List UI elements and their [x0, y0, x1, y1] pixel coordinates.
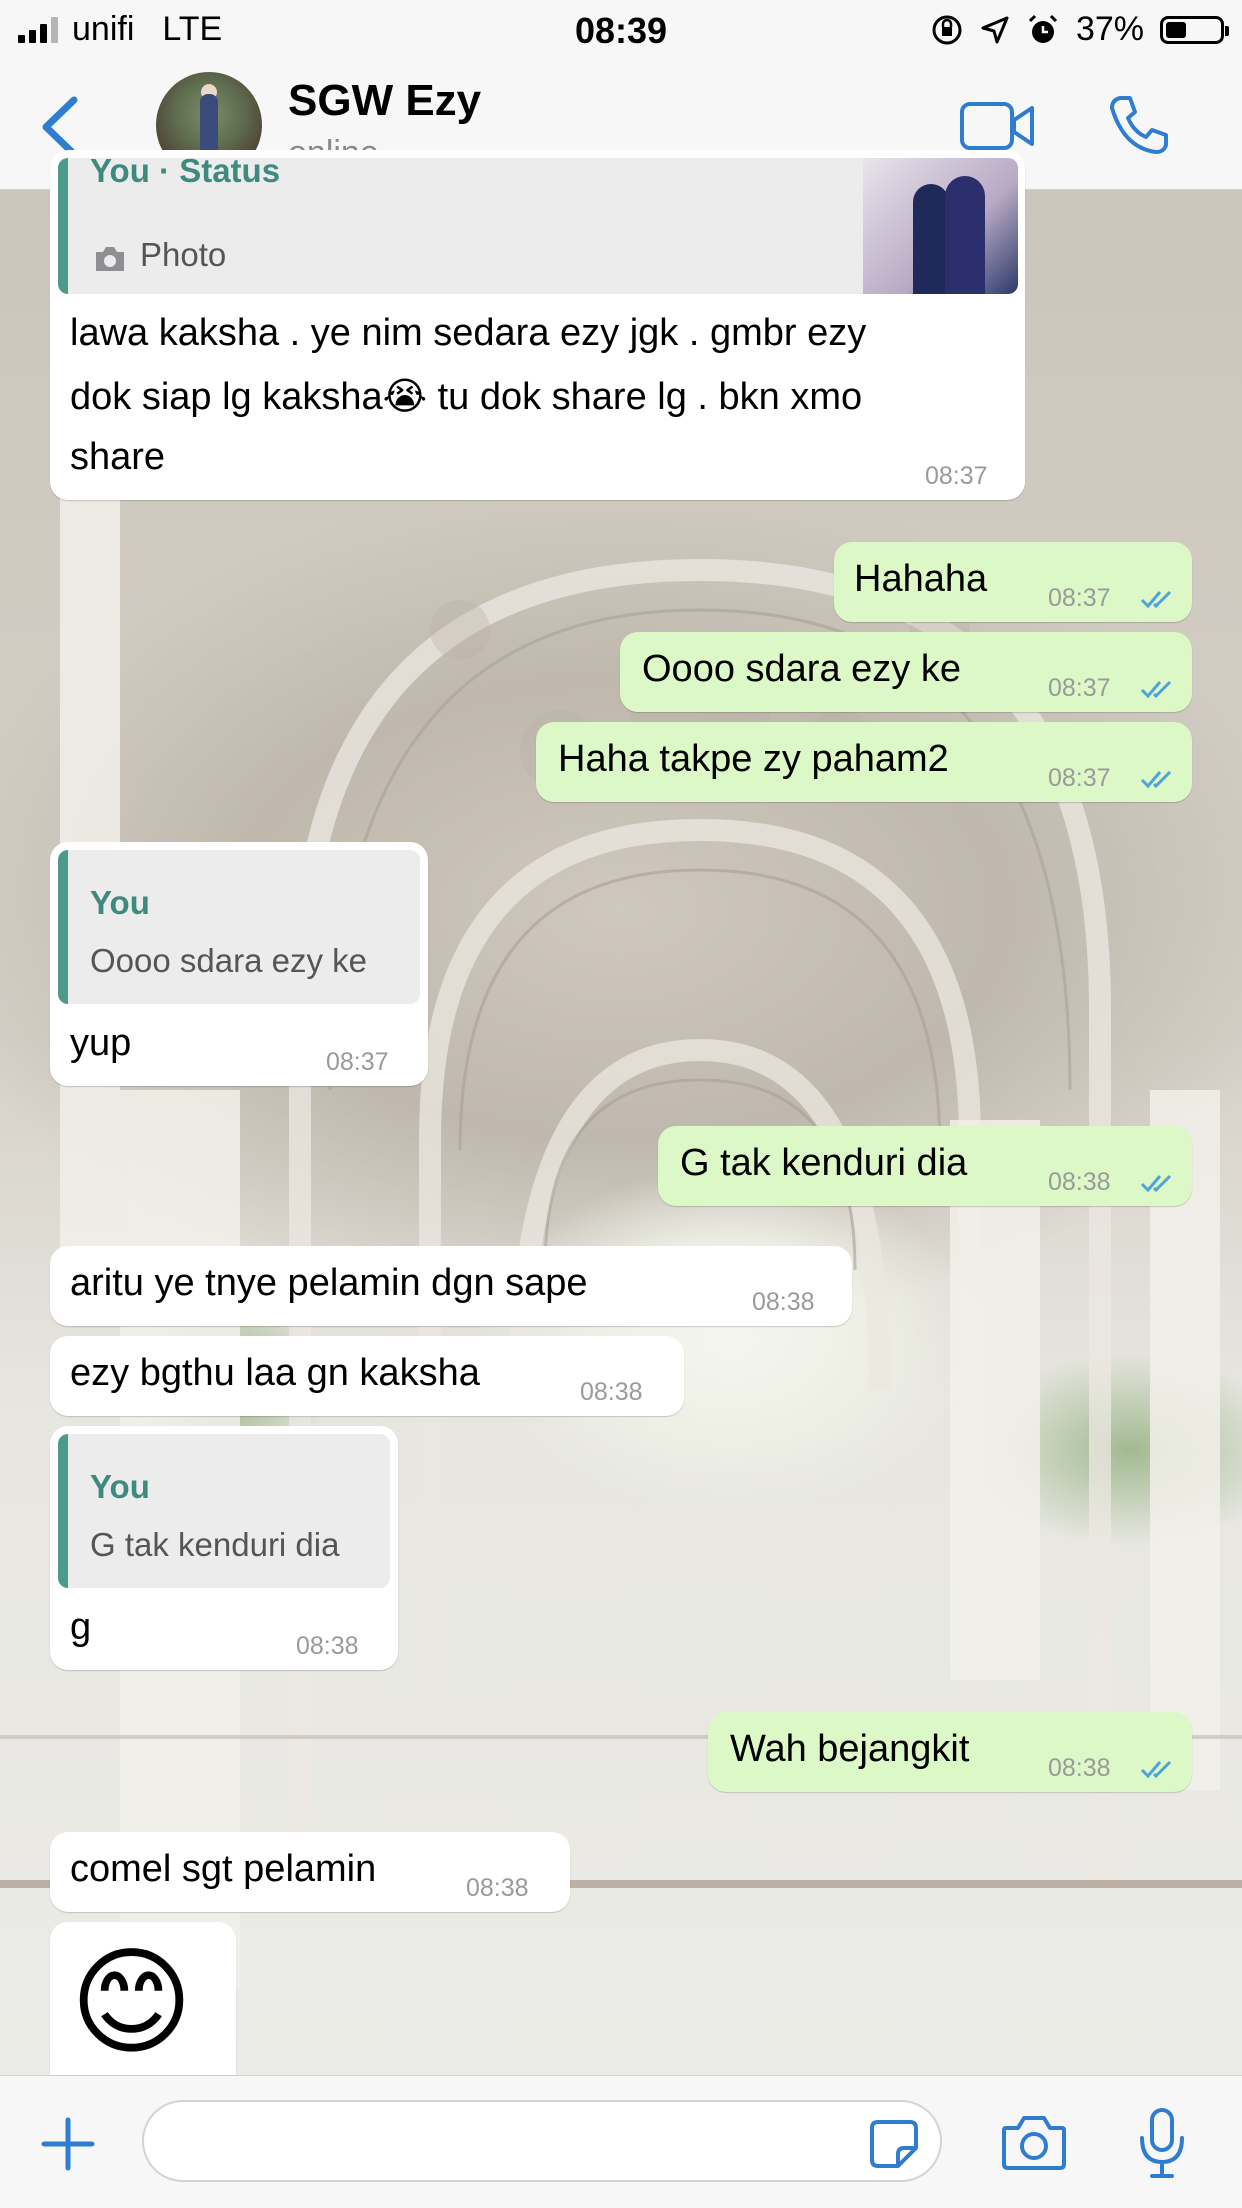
message-bubble-outgoing[interactable]: Haha takpe zy paham2 08:37 [536, 722, 1192, 802]
battery-percent: 37% [1075, 10, 1144, 48]
quote-author: You · Status [90, 158, 281, 189]
location-icon [981, 16, 1009, 43]
message-time: 08:38 [466, 1874, 529, 1902]
message-input-bar [0, 2075, 1242, 2208]
phone-icon[interactable] [1106, 92, 1172, 158]
message-time: 08:38 [1048, 1754, 1111, 1782]
message-text: Haha takpe zy paham2 [558, 738, 949, 780]
battery-icon [1160, 15, 1229, 44]
message-time: 08:37 [1048, 764, 1111, 792]
status-thumbnail[interactable] [863, 158, 1018, 294]
video-call-icon[interactable] [958, 98, 1038, 154]
message-text: aritu ye tnye pelamin dgn sape [70, 1262, 588, 1304]
message-time: 08:38 [752, 1288, 815, 1316]
quote-author: You [90, 884, 150, 921]
message-input[interactable] [142, 2100, 942, 2182]
message-bubble-incoming[interactable]: You · Status Photo lawa kaksha . ye nim … [50, 150, 1025, 500]
status-bar: unifi LTE 08:39 37% [0, 0, 1242, 62]
message-text: ezy bgthu laa gn kaksha [70, 1352, 480, 1394]
read-receipt-icon [1140, 590, 1172, 609]
quoted-status[interactable]: You · Status Photo [58, 158, 1018, 294]
alarm-icon [1028, 14, 1057, 43]
message-bubble-incoming[interactable]: comel sgt pelamin 08:38 [50, 1832, 570, 1912]
plus-icon[interactable] [40, 2116, 96, 2172]
message-text: lawa kaksha . ye nim sedara ezy jgk . gm… [70, 312, 867, 354]
emoji-message: 😊 [70, 1937, 194, 2069]
read-receipt-icon [1140, 770, 1172, 789]
message-bubble-incoming[interactable]: ezy bgthu laa gn kaksha 08:38 [50, 1336, 684, 1416]
message-text: Wah bejangkit [730, 1728, 970, 1770]
message-bubble-outgoing[interactable]: G tak kenduri dia 08:38 [658, 1126, 1192, 1206]
message-bubble-outgoing[interactable]: Wah bejangkit 08:38 [708, 1712, 1192, 1792]
quoted-message[interactable]: You Oooo sdara ezy ke [58, 850, 420, 1004]
quoted-message[interactable]: You G tak kenduri dia [58, 1434, 390, 1588]
camera-icon [96, 247, 124, 271]
message-time: 08:37 [1048, 584, 1111, 612]
quote-text: Oooo sdara ezy ke [90, 942, 367, 979]
message-text: share [70, 436, 166, 478]
message-text: Hahaha [854, 558, 988, 600]
message-text: comel sgt pelamin [70, 1848, 377, 1890]
message-time: 08:37 [925, 462, 988, 490]
message-time: 08:38 [296, 1632, 359, 1660]
quote-text: Photo [140, 236, 227, 273]
message-bubble-incoming[interactable]: You G tak kenduri dia g 08:38 [50, 1426, 398, 1670]
message-time: 08:37 [326, 1048, 389, 1076]
message-bubble-incoming[interactable]: aritu ye tnye pelamin dgn sape 08:38 [50, 1246, 852, 1326]
message-text: G tak kenduri dia [680, 1142, 968, 1184]
microphone-icon[interactable] [1136, 2106, 1188, 2182]
read-receipt-icon [1140, 680, 1172, 699]
contact-name[interactable]: SGW Ezy [288, 76, 481, 126]
quote-text: G tak kenduri dia [90, 1526, 340, 1563]
message-bubble-outgoing[interactable]: Hahaha 08:37 [834, 542, 1192, 622]
sticker-icon[interactable] [868, 2118, 920, 2170]
message-bubble-incoming[interactable]: 😊 [50, 1922, 236, 2092]
message-bubble-incoming[interactable]: You Oooo sdara ezy ke yup 08:37 [50, 842, 428, 1086]
message-time: 08:38 [580, 1378, 643, 1406]
read-receipt-icon [1140, 1760, 1172, 1779]
message-time: 08:38 [1048, 1168, 1111, 1196]
message-bubble-outgoing[interactable]: Oooo sdara ezy ke 08:37 [620, 632, 1192, 712]
message-time: 08:37 [1048, 674, 1111, 702]
quote-author: You [90, 1468, 150, 1505]
camera-icon[interactable] [1000, 2112, 1068, 2172]
message-text: Oooo sdara ezy ke [642, 648, 961, 690]
message-text: yup [70, 1022, 132, 1064]
message-text: dok siap lg kaksha😭 tu dok share lg . bk… [70, 376, 863, 418]
read-receipt-icon [1140, 1174, 1172, 1193]
orientation-lock-icon [932, 15, 962, 44]
message-text: g [70, 1606, 92, 1648]
